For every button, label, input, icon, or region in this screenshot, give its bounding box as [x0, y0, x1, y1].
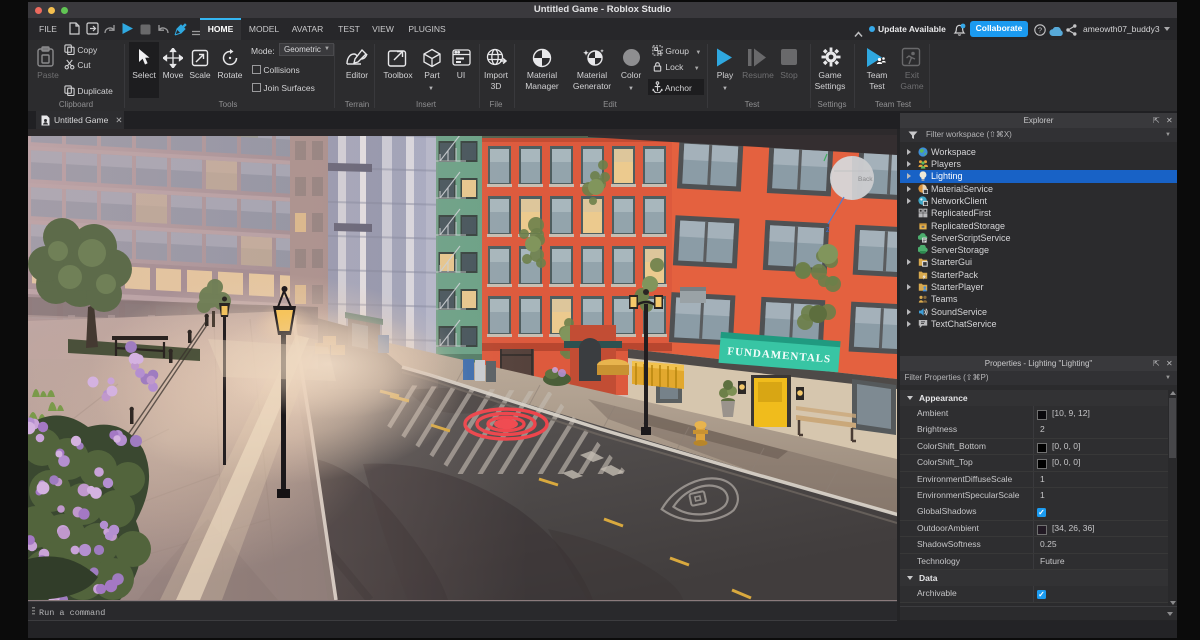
- svg-text:Back: Back: [858, 176, 873, 183]
- svg-text:?: ?: [1038, 26, 1042, 35]
- svg-text:Z: Z: [826, 228, 830, 234]
